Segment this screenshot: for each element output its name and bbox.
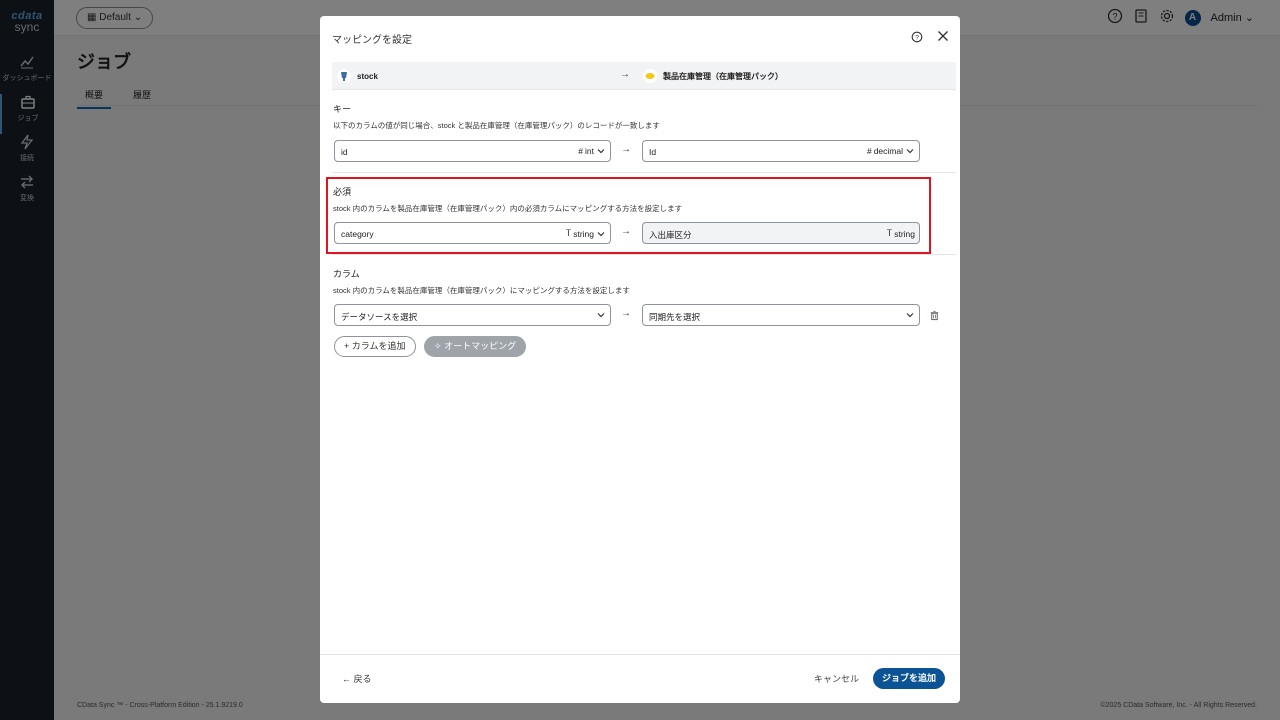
highlight-box (326, 177, 931, 254)
button-label: 戻る (353, 674, 372, 684)
section-description: stock 内のカラムを製品在庫管理（在庫管理パック）にマッピングする方法を設定… (333, 286, 630, 295)
divider (320, 654, 960, 655)
source-destination-bar: stock → 製品在庫管理（在庫管理パック） (332, 62, 956, 90)
dialog-title: マッピングを設定 (332, 35, 412, 46)
divider (332, 172, 956, 173)
close-icon[interactable] (937, 29, 949, 47)
destination-name: 製品在庫管理（在庫管理パック） (663, 71, 783, 81)
field-type: int (585, 146, 594, 156)
columns-section: カラム stock 内のカラムを製品在庫管理（在庫管理パック）にマッピングする方… (332, 267, 956, 296)
field-type: decimal (873, 146, 903, 156)
field-value: Id (649, 147, 657, 157)
source-name: stock (357, 71, 378, 81)
database-icon (643, 69, 657, 83)
add-job-button[interactable]: ジョブを追加 (873, 668, 946, 689)
divider (332, 254, 956, 255)
arrow-right-icon: → (621, 144, 631, 155)
magic-wand-icon: ✧ (434, 341, 442, 351)
chevron-down-icon (905, 146, 915, 156)
auto-mapping-button[interactable]: ✧ オートマッピング (424, 336, 527, 357)
field-placeholder: データソースを選択 (341, 312, 418, 322)
column-destination-select[interactable]: 同期先を選択 (642, 304, 920, 326)
key-section: キー 以下のカラムの値が同じ場合、stock と製品在庫管理（在庫管理パック）の… (332, 102, 956, 131)
chevron-down-icon (596, 146, 606, 156)
button-label: オートマッピング (444, 341, 517, 351)
column-source-select[interactable]: データソースを選択 (334, 304, 611, 326)
svg-text:?: ? (915, 35, 919, 42)
plus-icon: + (344, 341, 350, 351)
key-destination-select[interactable]: Id # decimal (642, 140, 920, 162)
add-column-button[interactable]: + カラムを追加 (334, 336, 416, 357)
key-source-select[interactable]: id # int (334, 140, 611, 162)
trash-icon[interactable] (929, 308, 940, 326)
hash-icon: # (578, 146, 584, 156)
section-title: カラム (333, 269, 360, 279)
field-value: id (341, 147, 348, 157)
arrow-right-icon: → (621, 308, 631, 319)
cancel-button[interactable]: キャンセル (814, 672, 859, 685)
mapping-dialog: マッピングを設定 ? stock → 製品在庫管理（在庫管理パック） キー 以下… (320, 16, 960, 703)
arrow-left-icon: ← (342, 674, 351, 684)
field-placeholder: 同期先を選択 (649, 312, 701, 322)
arrow-right-icon: → (620, 69, 630, 80)
section-title: キー (333, 104, 352, 114)
button-label: カラムを追加 (351, 341, 406, 351)
chevron-down-icon (596, 310, 606, 320)
back-button[interactable]: ← 戻る (342, 672, 372, 685)
help-icon[interactable]: ? (911, 30, 923, 48)
section-description: 以下のカラムの値が同じ場合、stock と製品在庫管理（在庫管理パック）のレコー… (333, 121, 660, 130)
hash-icon: # (866, 146, 872, 156)
chevron-down-icon (905, 310, 915, 320)
database-icon (337, 69, 351, 83)
